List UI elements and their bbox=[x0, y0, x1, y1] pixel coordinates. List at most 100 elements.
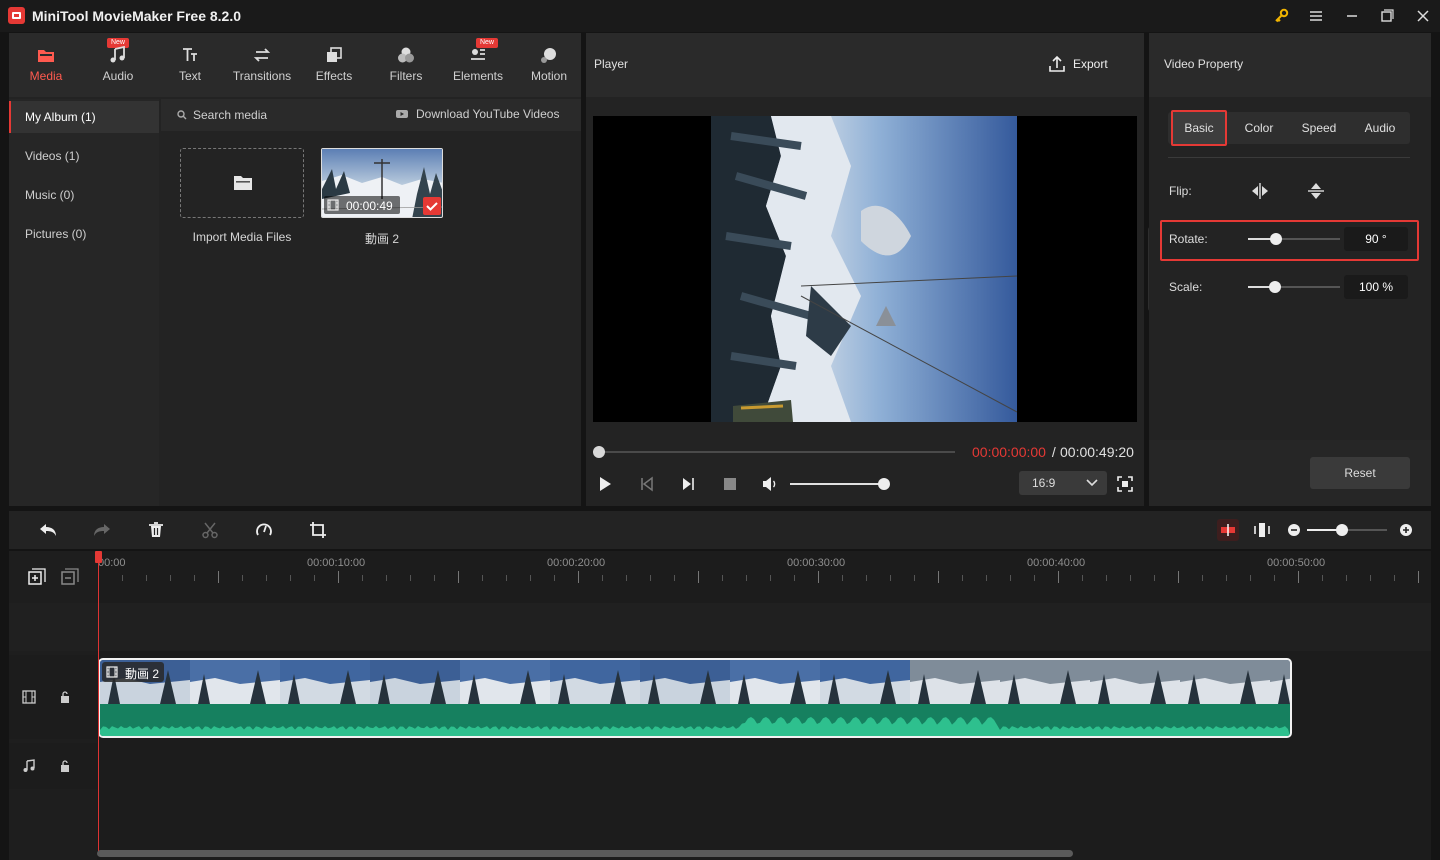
flip-horizontal-icon[interactable] bbox=[1249, 181, 1271, 201]
ruler-tick bbox=[746, 575, 747, 581]
stop-icon[interactable] bbox=[722, 476, 738, 492]
fit-timeline-icon[interactable] bbox=[1253, 521, 1271, 539]
remove-track-icon[interactable] bbox=[61, 568, 79, 586]
rotate-value-input[interactable]: 90 ° bbox=[1344, 227, 1408, 251]
search-input[interactable]: Search media bbox=[193, 108, 267, 122]
delete-icon[interactable] bbox=[147, 521, 165, 539]
snap-icon[interactable] bbox=[1217, 519, 1239, 541]
volume-icon[interactable] bbox=[761, 475, 779, 493]
tab-audio-property[interactable]: Audio bbox=[1352, 113, 1408, 143]
scale-slider-knob[interactable] bbox=[1269, 281, 1281, 293]
volume-slider[interactable] bbox=[790, 483, 884, 485]
zoom-in-icon[interactable] bbox=[1399, 523, 1413, 537]
media-clip-thumbnail[interactable]: 00:00:49 bbox=[321, 148, 443, 218]
ruler-tick bbox=[698, 571, 699, 583]
minimize-icon[interactable] bbox=[1341, 6, 1363, 26]
ruler-tick bbox=[314, 575, 315, 581]
reset-button[interactable]: Reset bbox=[1310, 457, 1410, 489]
ruler-tick bbox=[1082, 575, 1083, 581]
timeline-clip[interactable]: 動画 2 bbox=[98, 658, 1292, 738]
next-frame-icon[interactable] bbox=[680, 476, 696, 492]
download-youtube-button[interactable]: Download YouTube Videos bbox=[416, 107, 559, 121]
clip-duration: 00:00:49 bbox=[346, 199, 393, 213]
empty-track bbox=[9, 603, 1431, 651]
progress-track[interactable] bbox=[599, 451, 955, 453]
tab-basic[interactable]: Basic bbox=[1171, 110, 1227, 146]
ruler-tick bbox=[1106, 575, 1107, 581]
film-icon bbox=[106, 666, 118, 678]
scale-label: Scale: bbox=[1169, 280, 1203, 294]
timeline-area: 00:00 00:00:10:00 00:00:20:00 00:00:30:0… bbox=[9, 551, 1431, 860]
tab-elements[interactable]: New Elements bbox=[443, 33, 513, 97]
lock-icon[interactable] bbox=[59, 759, 71, 773]
add-track-icon[interactable] bbox=[28, 568, 46, 586]
progress-knob[interactable] bbox=[593, 446, 605, 458]
tab-speed[interactable]: Speed bbox=[1291, 113, 1347, 143]
clip-frame bbox=[910, 660, 1000, 704]
close-icon[interactable] bbox=[1412, 6, 1434, 26]
ruler-tick bbox=[1154, 575, 1155, 581]
rotate-slider-knob[interactable] bbox=[1270, 233, 1282, 245]
video-property-panel: Video Property Basic Color Speed Audio F… bbox=[1149, 33, 1431, 506]
ruler-tick bbox=[146, 575, 147, 581]
clip-frame bbox=[190, 660, 280, 704]
clip-frame bbox=[730, 660, 820, 704]
ruler-tick bbox=[1226, 575, 1227, 581]
aspect-ratio-select[interactable]: 16:9 bbox=[1019, 471, 1107, 495]
lock-icon[interactable] bbox=[59, 690, 71, 704]
ruler-label: 00:00:50:00 bbox=[1267, 557, 1326, 569]
ruler-tick bbox=[866, 575, 867, 581]
crop-icon[interactable] bbox=[309, 521, 327, 539]
tab-text[interactable]: Text bbox=[155, 33, 225, 97]
zoom-slider-knob[interactable] bbox=[1336, 524, 1348, 536]
flip-vertical-icon[interactable] bbox=[1305, 181, 1327, 201]
tab-bar: Media New Audio Text Transitions Effects bbox=[9, 33, 581, 97]
rotate-label: Rotate: bbox=[1169, 232, 1208, 246]
divider bbox=[1168, 157, 1410, 158]
playhead-handle[interactable] bbox=[95, 551, 102, 563]
key-icon[interactable] bbox=[1270, 6, 1292, 26]
import-media-button[interactable] bbox=[180, 148, 304, 218]
tab-color[interactable]: Color bbox=[1232, 113, 1286, 143]
elements-icon bbox=[469, 46, 487, 64]
split-scissors-icon[interactable] bbox=[201, 521, 219, 539]
app-window: MiniTool MovieMaker Free 8.2.0 Media New bbox=[0, 0, 1440, 860]
timeline-ruler: 00:00 00:00:10:00 00:00:20:00 00:00:30:0… bbox=[98, 551, 1431, 601]
undo-icon[interactable] bbox=[38, 521, 58, 539]
redo-icon[interactable] bbox=[92, 521, 112, 539]
playhead[interactable] bbox=[95, 551, 102, 851]
transitions-icon bbox=[253, 46, 271, 64]
menu-icon[interactable] bbox=[1305, 6, 1327, 26]
tab-filters[interactable]: Filters bbox=[371, 33, 441, 97]
motion-icon bbox=[540, 46, 558, 64]
maximize-icon[interactable] bbox=[1376, 6, 1398, 26]
tab-transitions[interactable]: Transitions bbox=[227, 33, 297, 97]
ruler-tick bbox=[1034, 575, 1035, 581]
folder-icon bbox=[233, 174, 253, 191]
export-button[interactable]: Export bbox=[1073, 57, 1108, 71]
speed-icon[interactable] bbox=[255, 521, 273, 539]
play-icon[interactable] bbox=[597, 476, 613, 492]
volume-knob[interactable] bbox=[878, 478, 890, 490]
nav-pictures[interactable]: Pictures (0) bbox=[9, 218, 159, 250]
nav-my-album[interactable]: My Album (1) bbox=[9, 101, 159, 133]
clip-frame bbox=[640, 660, 730, 704]
timeline-scrollbar[interactable] bbox=[97, 850, 1073, 857]
tab-audio[interactable]: New Audio bbox=[83, 33, 153, 97]
zoom-out-icon[interactable] bbox=[1287, 523, 1301, 537]
ruler-tick bbox=[1058, 571, 1059, 583]
ruler-tick bbox=[914, 575, 915, 581]
nav-music[interactable]: Music (0) bbox=[9, 179, 159, 211]
ruler-tick bbox=[626, 575, 627, 581]
ruler-tick bbox=[290, 575, 291, 581]
tab-motion[interactable]: Motion bbox=[514, 33, 584, 97]
fullscreen-icon[interactable] bbox=[1117, 476, 1133, 492]
previous-frame-icon[interactable] bbox=[639, 476, 655, 492]
tab-media[interactable]: Media bbox=[11, 33, 81, 97]
nav-videos[interactable]: Videos (1) bbox=[9, 140, 159, 172]
flip-label: Flip: bbox=[1169, 184, 1192, 198]
ruler-tick bbox=[194, 575, 195, 581]
ruler-tick bbox=[962, 575, 963, 581]
tab-effects[interactable]: Effects bbox=[299, 33, 369, 97]
scale-value-input[interactable]: 100 % bbox=[1344, 275, 1408, 299]
